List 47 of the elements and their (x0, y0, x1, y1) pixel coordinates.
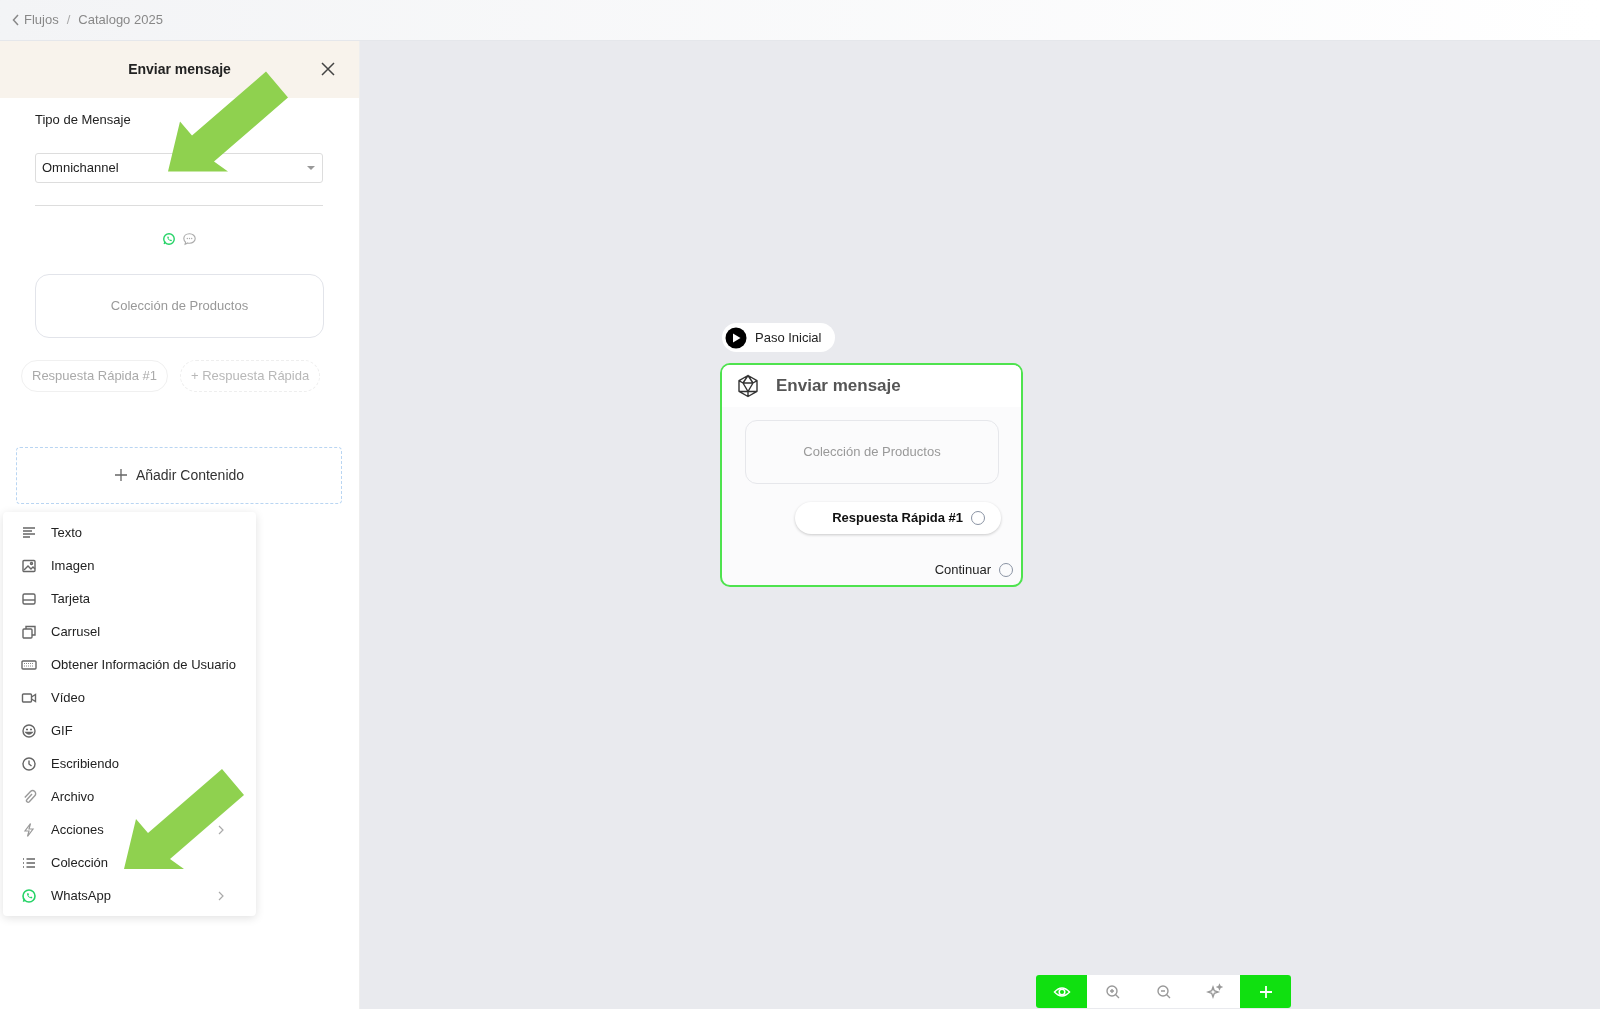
start-step-label: Paso Inicial (755, 328, 822, 347)
add-content-button[interactable]: Añadir Contenido (16, 446, 342, 504)
menu-item[interactable]: WhatsApp (3, 879, 256, 912)
whatsapp-icon (21, 887, 37, 904)
image-icon (21, 557, 37, 574)
field-label: Tipo de Mensaje (35, 111, 131, 129)
preview-text: Colección de Productos (110, 296, 249, 315)
eye-button[interactable] (1036, 975, 1087, 1008)
panel-title: Enviar mensaje (128, 60, 231, 79)
close-button[interactable] (319, 60, 337, 78)
breadcrumb-current: Catalogo 2025 (78, 11, 163, 30)
card-icon (21, 590, 37, 607)
clock-icon (21, 755, 37, 772)
chevron-left-icon (12, 14, 20, 26)
smiley-icon (21, 722, 37, 739)
text-lines-icon (21, 524, 37, 541)
menu-item[interactable]: Archivo (3, 780, 256, 813)
lightning-icon (21, 821, 37, 838)
plus-button[interactable] (1240, 975, 1291, 1008)
polyhedron-icon (736, 374, 760, 398)
menu-item[interactable]: Tarjeta (3, 582, 256, 615)
chevron-right-icon (218, 824, 224, 835)
play-icon (725, 326, 747, 349)
node-title: Enviar mensaje (776, 375, 901, 398)
menu-item[interactable]: Vídeo (3, 681, 256, 714)
menu-item[interactable]: Carrusel (3, 615, 256, 648)
menu-item[interactable]: Obtener Información de Usuario (3, 648, 256, 681)
chevron-right-icon (218, 890, 224, 901)
menu-item[interactable]: Acciones (3, 813, 256, 846)
node-content-text: Colección de Productos (803, 443, 941, 462)
whatsapp-icon[interactable] (161, 231, 176, 246)
dropdown-caret-icon (306, 164, 316, 171)
menu-item[interactable]: Texto (3, 516, 256, 549)
continue-label: Continuar (934, 561, 991, 579)
carousel-icon (21, 623, 37, 640)
chat-bubble-icon[interactable] (181, 231, 197, 246)
quick-reply-label: Respuesta Rápida #1 (832, 509, 963, 528)
menu-item[interactable]: Colección (3, 846, 256, 879)
sparkle-icon (1205, 982, 1224, 1001)
menu-item[interactable]: Escribiendo (3, 747, 256, 780)
zoom-out-icon (1154, 982, 1173, 1001)
menu-item[interactable]: Imagen (3, 549, 256, 582)
menu-item[interactable]: GIF (3, 714, 256, 747)
breadcrumb-separator: / (66, 11, 71, 30)
message-node[interactable]: Enviar mensaje Colección de Productos Respuesta Rápida #1 Continuar (720, 363, 1023, 587)
zoom-in-icon (1103, 982, 1122, 1001)
plus-icon (113, 468, 128, 482)
